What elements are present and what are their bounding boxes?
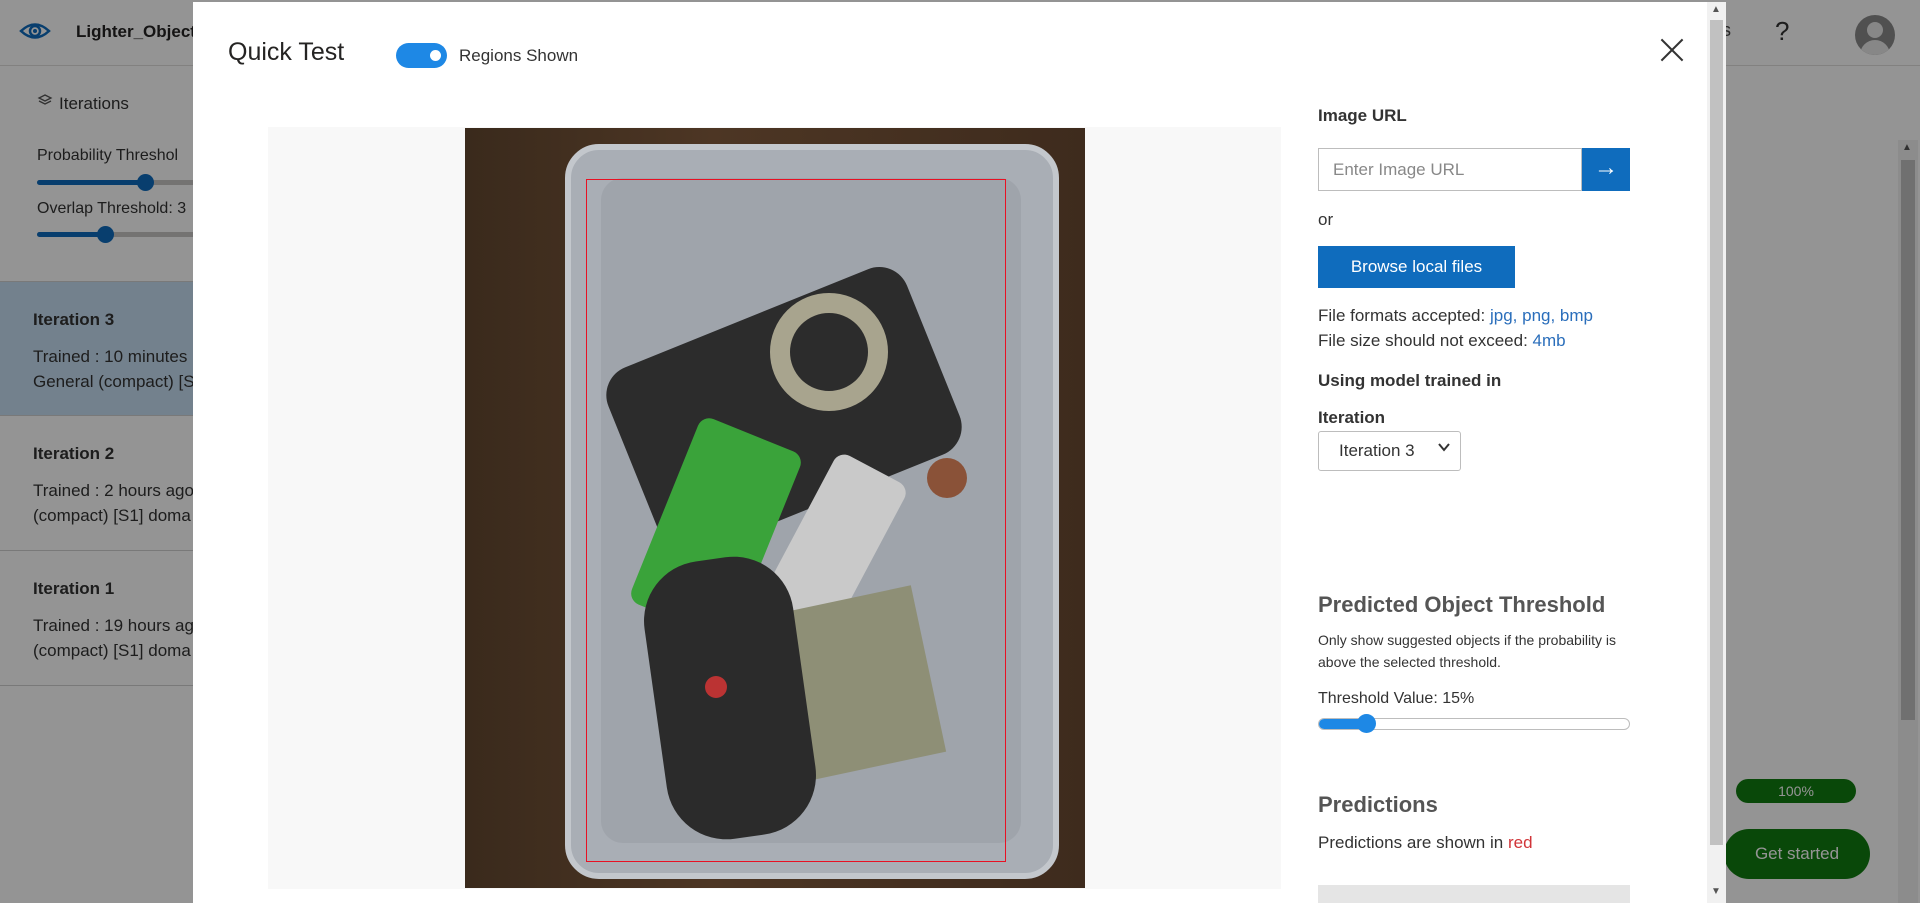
regions-toggle-label: Regions Shown bbox=[459, 46, 579, 65]
file-size-prefix: File size should not exceed: bbox=[1318, 331, 1528, 350]
browse-local-files-button[interactable]: Browse local files bbox=[1318, 246, 1515, 288]
close-icon[interactable] bbox=[1657, 35, 1687, 65]
model-label: Using model trained in bbox=[1318, 371, 1502, 390]
predictions-color-word: red bbox=[1507, 833, 1533, 852]
chevron-down-icon bbox=[1438, 440, 1450, 457]
file-size-info: File size should not exceed: 4mb bbox=[1318, 331, 1566, 351]
threshold-value-label: Threshold Value: 15% bbox=[1318, 690, 1475, 707]
predictions-note-prefix: Predictions are shown in bbox=[1318, 833, 1504, 852]
file-formats-value: jpg, png, bmp bbox=[1489, 306, 1593, 325]
threshold-description: Only show suggested objects if the proba… bbox=[1318, 632, 1617, 670]
predictions-note: Predictions are shown in red bbox=[1318, 833, 1533, 853]
submit-url-button[interactable]: → bbox=[1582, 148, 1630, 191]
regions-toggle[interactable] bbox=[396, 43, 447, 68]
image-url-label: Image URL bbox=[1318, 106, 1407, 125]
threshold-slider[interactable] bbox=[1318, 714, 1630, 733]
iteration-label: Iteration bbox=[1318, 408, 1386, 427]
image-url-input[interactable] bbox=[1318, 148, 1582, 191]
test-image bbox=[465, 128, 1085, 888]
toggle-knob bbox=[430, 50, 441, 61]
dialog-scrollbar[interactable]: ▲ ▼ bbox=[1707, 2, 1726, 903]
threshold-heading: Predicted Object Threshold bbox=[1318, 592, 1606, 617]
file-formats-prefix: File formats accepted: bbox=[1318, 306, 1486, 325]
file-size-value: 4mb bbox=[1532, 331, 1566, 350]
prediction-region-box[interactable] bbox=[586, 179, 1006, 862]
dialog-title: Quick Test bbox=[228, 38, 345, 66]
iteration-select[interactable]: Iteration 3 bbox=[1318, 431, 1461, 471]
test-image-area bbox=[268, 127, 1281, 889]
predictions-list bbox=[1318, 885, 1630, 903]
file-formats-info: File formats accepted: jpg, png, bmp bbox=[1318, 306, 1593, 326]
predictions-heading: Predictions bbox=[1318, 792, 1438, 817]
scroll-down-icon[interactable]: ▼ bbox=[1711, 886, 1721, 897]
iteration-select-value: Iteration 3 bbox=[1339, 441, 1415, 460]
threshold-slider-thumb[interactable] bbox=[1357, 714, 1376, 733]
scroll-up-icon[interactable]: ▲ bbox=[1711, 4, 1721, 15]
quick-test-dialog: Quick Test Regions Shown Image URL → or … bbox=[193, 2, 1726, 903]
dialog-scroll-thumb[interactable] bbox=[1710, 20, 1723, 845]
or-label: or bbox=[1318, 210, 1334, 229]
arrow-right-icon: → bbox=[1594, 154, 1618, 181]
